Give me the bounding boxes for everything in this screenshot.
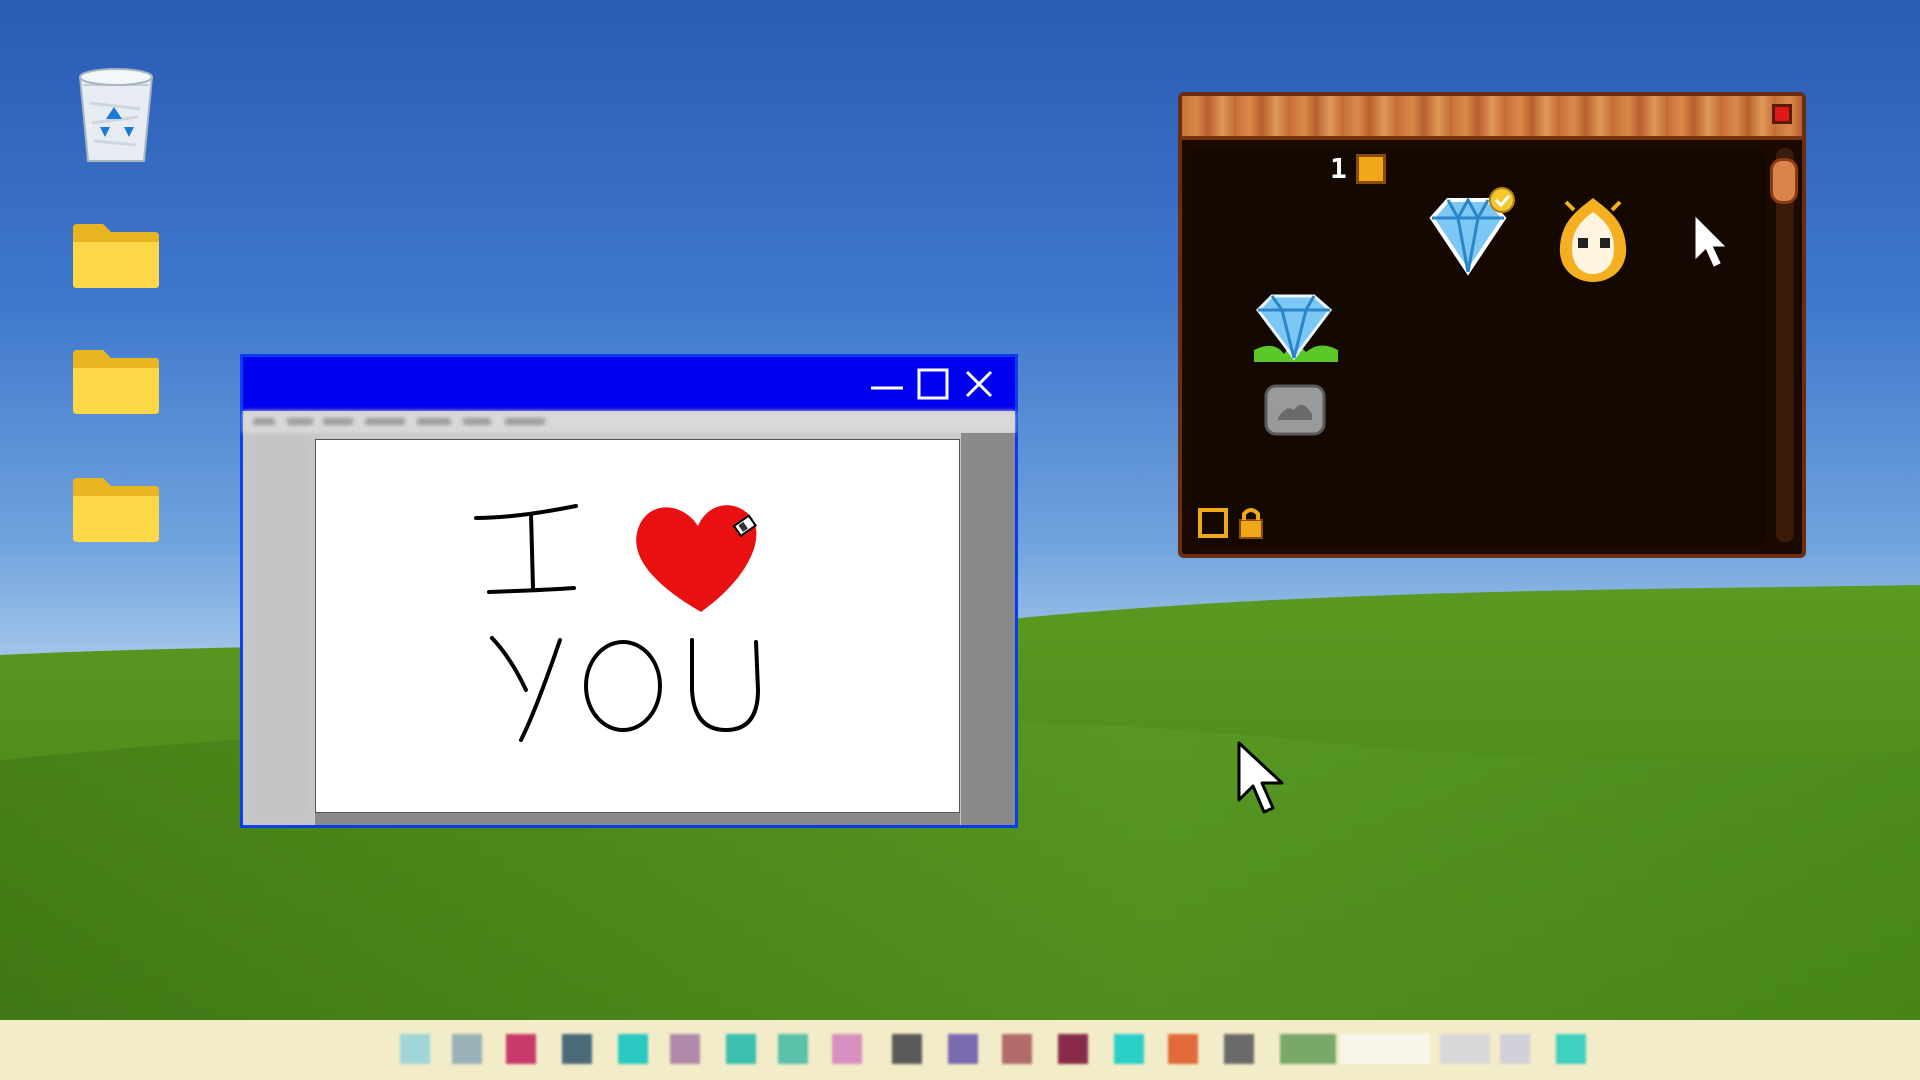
diamond-plant-item[interactable] bbox=[1244, 290, 1348, 375]
taskbar-search-box[interactable] bbox=[1340, 1034, 1430, 1064]
recycle-bin-icon[interactable] bbox=[66, 68, 166, 162]
diamond-selected-item[interactable] bbox=[1418, 186, 1518, 291]
folder-icon[interactable] bbox=[66, 464, 166, 554]
close-icon bbox=[965, 370, 993, 398]
taskbar-app-icon[interactable] bbox=[400, 1034, 430, 1064]
diamond-icon bbox=[1429, 187, 1515, 276]
taskbar-app-icon[interactable] bbox=[562, 1034, 592, 1064]
minimize-icon bbox=[871, 386, 903, 390]
fire-mask-icon bbox=[1559, 198, 1627, 282]
taskbar-app-icon[interactable] bbox=[618, 1034, 648, 1064]
paint-workspace-margin bbox=[961, 433, 1015, 825]
inventory-scroll-thumb[interactable] bbox=[1770, 158, 1798, 204]
diamond-plant-icon bbox=[1254, 294, 1338, 362]
inventory-footer bbox=[1198, 508, 1263, 539]
taskbar-app-icon[interactable] bbox=[1440, 1034, 1490, 1064]
inventory-scrollbar[interactable] bbox=[1770, 148, 1798, 542]
taskbar-app-icon[interactable] bbox=[726, 1034, 756, 1064]
stone-item[interactable] bbox=[1264, 384, 1326, 443]
inventory-titlebar[interactable] bbox=[1182, 96, 1802, 140]
lock-icon bbox=[1239, 508, 1263, 539]
mouse-cursor-icon bbox=[1237, 741, 1284, 814]
fire-mask-item[interactable] bbox=[1548, 190, 1638, 295]
taskbar-app-icon[interactable] bbox=[948, 1034, 978, 1064]
taskbar-app-icon[interactable] bbox=[1280, 1034, 1336, 1064]
minimize-button[interactable] bbox=[869, 366, 905, 402]
paint-window[interactable] bbox=[240, 354, 1018, 828]
taskbar-app-icon[interactable] bbox=[1114, 1034, 1144, 1064]
close-button[interactable] bbox=[961, 366, 997, 402]
maximize-icon bbox=[917, 368, 949, 400]
taskbar-app-icon[interactable] bbox=[452, 1034, 482, 1064]
coin-icon bbox=[1356, 154, 1386, 184]
paint-toolbox[interactable] bbox=[247, 437, 311, 821]
taskbar-app-icon[interactable] bbox=[1500, 1034, 1530, 1064]
folder-icon[interactable] bbox=[66, 210, 166, 300]
taskbar-app-icon[interactable] bbox=[506, 1034, 536, 1064]
taskbar[interactable] bbox=[0, 1020, 1920, 1080]
taskbar-app-icon[interactable] bbox=[892, 1034, 922, 1064]
inventory-cursor-icon bbox=[1695, 216, 1726, 267]
taskbar-app-icon[interactable] bbox=[670, 1034, 700, 1064]
inventory-close-button[interactable] bbox=[1772, 104, 1792, 124]
paint-titlebar[interactable] bbox=[243, 357, 1015, 411]
paint-menubar[interactable] bbox=[243, 411, 1015, 433]
empty-slot-icon bbox=[1198, 508, 1228, 538]
heart-icon bbox=[636, 505, 757, 612]
taskbar-app-icon[interactable] bbox=[1556, 1034, 1586, 1064]
taskbar-app-icon[interactable] bbox=[1224, 1034, 1254, 1064]
taskbar-app-icon[interactable] bbox=[832, 1034, 862, 1064]
taskbar-app-icon[interactable] bbox=[778, 1034, 808, 1064]
desktop: 1 bbox=[0, 0, 1920, 1080]
inventory-count: 1 bbox=[1330, 152, 1347, 185]
taskbar-app-icon[interactable] bbox=[1058, 1034, 1088, 1064]
paint-canvas[interactable] bbox=[315, 439, 960, 813]
taskbar-app-icon[interactable] bbox=[1168, 1034, 1198, 1064]
drawing bbox=[474, 504, 761, 742]
folder-icon[interactable] bbox=[66, 336, 166, 426]
stone-icon bbox=[1264, 384, 1326, 436]
paint-workspace-margin bbox=[315, 813, 960, 825]
taskbar-app-icon[interactable] bbox=[1002, 1034, 1032, 1064]
maximize-button[interactable] bbox=[915, 366, 951, 402]
